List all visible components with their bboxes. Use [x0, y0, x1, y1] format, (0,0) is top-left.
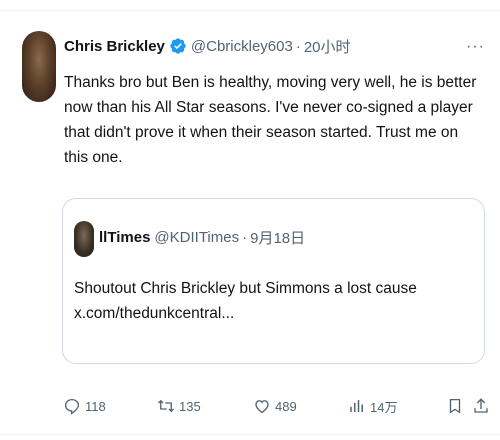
reply-button[interactable]: 118: [63, 392, 106, 420]
bookmark-button[interactable]: [446, 392, 468, 420]
like-count: 489: [275, 398, 297, 414]
author-handle[interactable]: @Cbrickley603: [191, 38, 293, 55]
views-button[interactable]: 14万: [348, 392, 397, 420]
timestamp[interactable]: 20小时: [304, 36, 351, 57]
verified-badge-icon: [170, 38, 186, 54]
views-icon: [350, 400, 363, 412]
repost-count: 135: [179, 398, 201, 414]
repost-icon: [158, 399, 174, 413]
reply-count: 118: [85, 398, 106, 414]
divider: [0, 10, 500, 11]
repost-button[interactable]: 135: [157, 392, 201, 420]
avatar[interactable]: [22, 31, 56, 102]
quote-link[interactable]: x.com/thedunkcentral...: [74, 301, 474, 326]
quote-author-name: llTimes: [99, 229, 151, 246]
quoted-tweet[interactable]: llTimes @KDIITimes · 9月18日 Shoutout Chri…: [62, 198, 485, 364]
tweet-text: Thanks bro but Ben is healthy, moving ve…: [64, 74, 477, 166]
tweet-header: Chris Brickley @Cbrickley603 · 20小时: [64, 34, 351, 58]
quote-separator: ·: [242, 229, 248, 246]
share-icon: [474, 398, 488, 413]
bookmark-icon: [449, 398, 461, 414]
quote-avatar[interactable]: [74, 221, 94, 257]
quote-text: Shoutout Chris Brickley but Simmons a lo…: [74, 276, 474, 326]
quote-header: llTimes @KDIITimes · 9月18日: [99, 227, 305, 248]
quote-timestamp: 9月18日: [250, 230, 306, 247]
action-bar: 118 135 489 14万: [0, 392, 500, 420]
more-icon[interactable]: ···: [466, 38, 485, 56]
reply-icon: [64, 398, 80, 415]
separator: ·: [295, 37, 301, 55]
like-button[interactable]: 489: [253, 392, 297, 420]
divider: [0, 434, 500, 435]
quote-text-line: Shoutout Chris Brickley but Simmons a lo…: [74, 280, 417, 297]
tweet[interactable]: Chris Brickley @Cbrickley603 · 20小时 ··· …: [0, 0, 500, 440]
share-button[interactable]: [472, 392, 494, 420]
quote-author-handle: @KDIITimes: [154, 229, 240, 246]
like-icon: [255, 400, 269, 414]
views-count: 14万: [370, 399, 398, 415]
author-name[interactable]: Chris Brickley: [64, 38, 165, 55]
